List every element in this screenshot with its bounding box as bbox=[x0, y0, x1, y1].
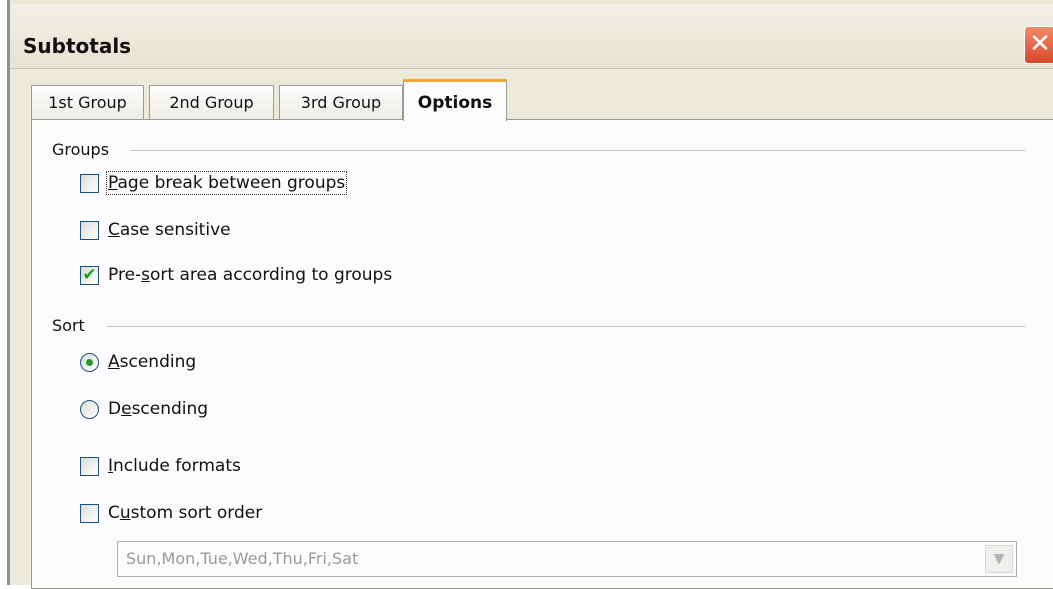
include-formats-option[interactable]: Include formats bbox=[80, 453, 241, 479]
case-sensitive-label: Case sensitive bbox=[108, 220, 231, 240]
custom-sort-order-select[interactable]: Sun,Mon,Tue,Wed,Thu,Fri,Sat ▼ bbox=[117, 541, 1017, 577]
tab-options[interactable]: Options bbox=[403, 79, 507, 121]
custom-sort-option[interactable]: Custom sort order bbox=[80, 500, 262, 526]
ascending-option[interactable]: Ascending bbox=[80, 349, 196, 375]
page-break-label: Page break between groups bbox=[105, 171, 348, 195]
case-sensitive-checkbox[interactable] bbox=[80, 220, 99, 240]
descending-label: Descending bbox=[108, 399, 209, 419]
sort-divider bbox=[107, 326, 1025, 327]
tab-2nd-group[interactable]: 2nd Group bbox=[149, 85, 274, 121]
radio-selected-dot bbox=[86, 358, 93, 366]
tab-3rd-group[interactable]: 3rd Group bbox=[279, 85, 403, 121]
custom-sort-order-value: Sun,Mon,Tue,Wed,Thu,Fri,Sat bbox=[126, 549, 359, 568]
include-formats-checkbox[interactable] bbox=[80, 456, 99, 476]
close-icon[interactable]: ✕ bbox=[1024, 26, 1053, 64]
ascending-radio[interactable] bbox=[80, 352, 99, 372]
pre-sort-checkbox[interactable]: ✔ bbox=[80, 264, 99, 285]
groups-section-label: Groups bbox=[52, 140, 118, 159]
sort-section-label: Sort bbox=[52, 316, 93, 335]
descending-option[interactable]: Descending bbox=[80, 396, 208, 422]
chevron-down-icon[interactable]: ▼ bbox=[985, 545, 1013, 573]
page-break-option[interactable]: Page break between groups bbox=[80, 170, 348, 196]
page-break-checkbox[interactable] bbox=[80, 173, 99, 193]
title-bar[interactable]: Subtotals ✕ bbox=[10, 4, 1053, 69]
subtotals-dialog: Subtotals ✕ 1st Group 2nd Group 3rd Grou… bbox=[7, 0, 1053, 589]
custom-sort-checkbox[interactable] bbox=[80, 503, 99, 523]
case-sensitive-option[interactable]: Case sensitive bbox=[80, 217, 231, 243]
pre-sort-label: Pre-sort area according to groups bbox=[108, 265, 393, 285]
dialog-title: Subtotals bbox=[23, 34, 132, 58]
tab-1st-group[interactable]: 1st Group bbox=[31, 85, 144, 121]
groups-divider bbox=[130, 150, 1025, 151]
options-panel: Groups Page break between groups Case se… bbox=[31, 119, 1053, 589]
ascending-label: Ascending bbox=[108, 352, 197, 372]
descending-radio[interactable] bbox=[80, 399, 99, 419]
custom-sort-label: Custom sort order bbox=[108, 503, 263, 523]
pre-sort-option[interactable]: ✔ Pre-sort area according to groups bbox=[80, 262, 392, 288]
checkmark-icon: ✔ bbox=[82, 264, 97, 285]
include-formats-label: Include formats bbox=[108, 456, 241, 476]
